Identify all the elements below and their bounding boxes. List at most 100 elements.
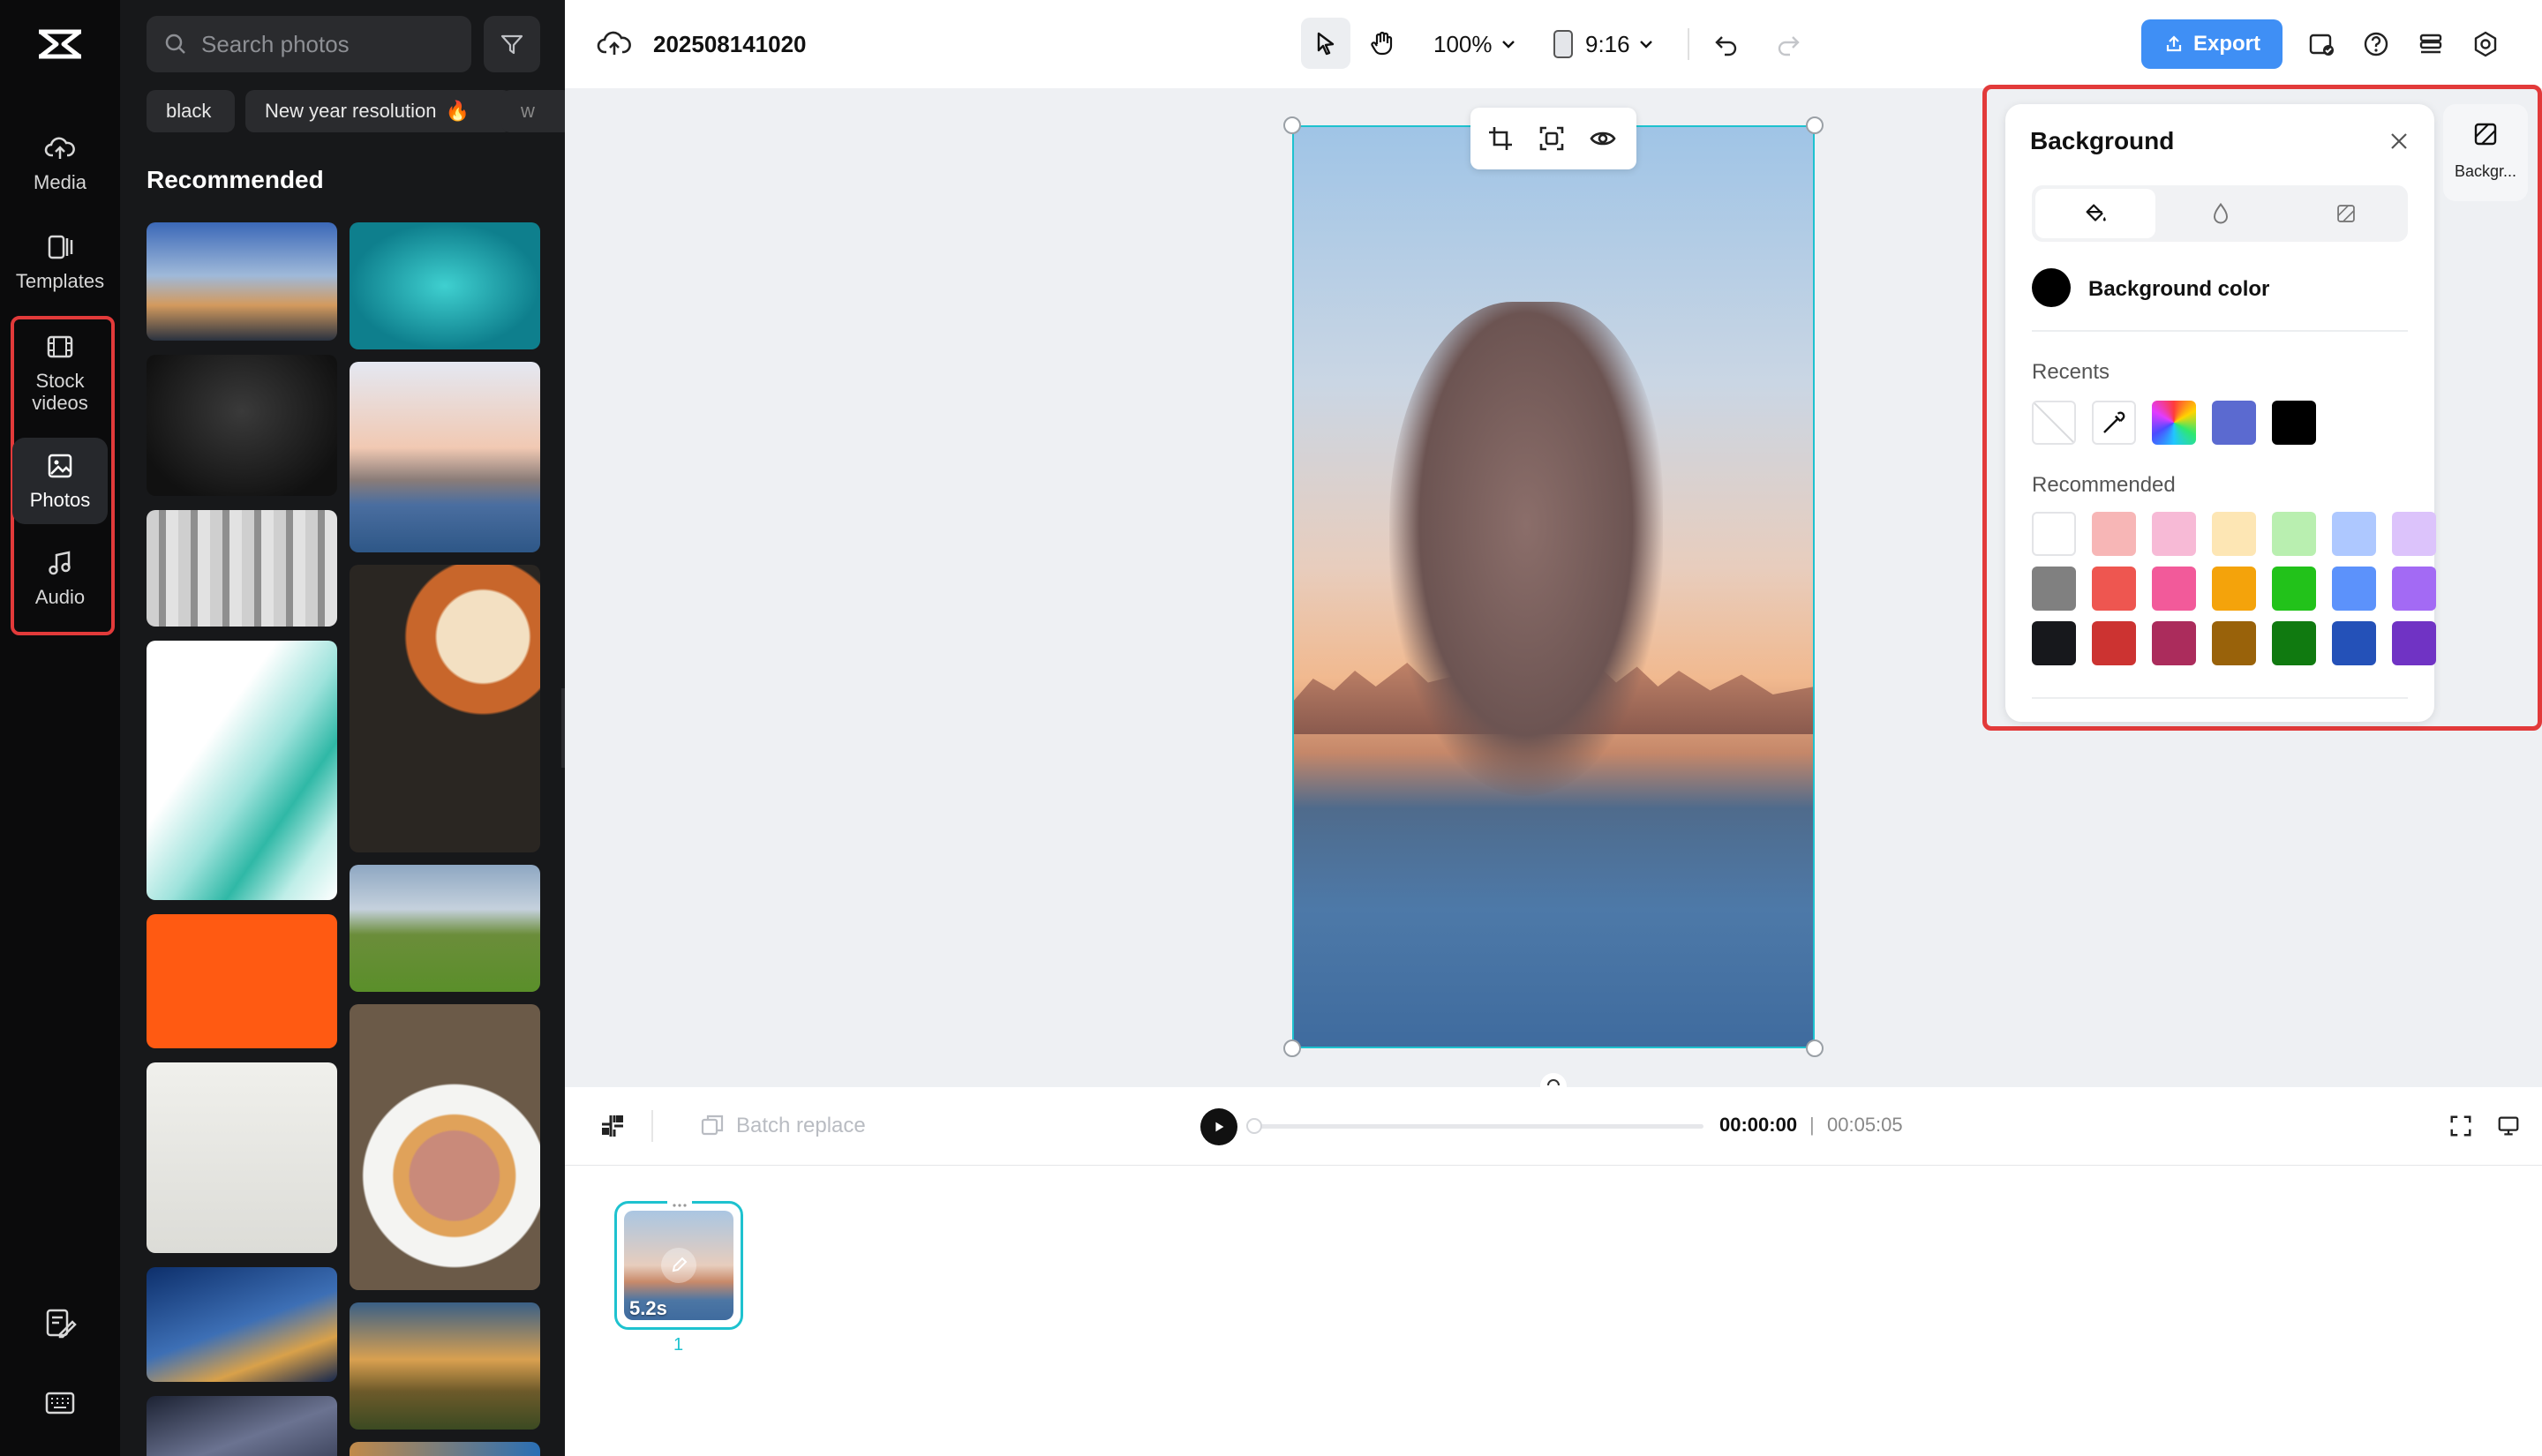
layers-button[interactable] — [2413, 26, 2448, 62]
chip-black[interactable]: black — [147, 90, 235, 132]
current-color-swatch[interactable] — [2032, 268, 2071, 307]
notes-edit-icon[interactable] — [42, 1306, 78, 1341]
batch-replace-button[interactable]: Batch replace — [699, 1108, 866, 1144]
photo-thumb-ramen-food[interactable] — [350, 565, 540, 852]
color-swatch[interactable] — [2032, 621, 2076, 665]
gear-icon — [2474, 31, 2497, 57]
help-icon — [2364, 32, 2388, 56]
rail-label-photos: Photos — [29, 489, 91, 512]
edit-icon[interactable] — [661, 1248, 696, 1283]
color-swatch[interactable] — [2152, 512, 2196, 556]
color-swatch[interactable] — [2152, 621, 2196, 665]
resize-handle-bottom-left[interactable] — [1283, 1039, 1301, 1057]
progress-track[interactable] — [1250, 1124, 1703, 1129]
keyboard-icon[interactable] — [42, 1385, 78, 1421]
droplet-icon — [2214, 202, 2228, 224]
export-button[interactable]: Export — [2141, 19, 2283, 69]
photo-thumb-orange[interactable] — [147, 914, 337, 1048]
color-swatch[interactable] — [2032, 512, 2076, 556]
gradient-color-swatch[interactable] — [2152, 401, 2196, 445]
tab-pattern[interactable] — [2286, 189, 2406, 238]
fullscreen-button[interactable] — [2445, 1110, 2477, 1142]
screen-check-icon — [2309, 34, 2334, 56]
tab-fill-color[interactable] — [2035, 189, 2155, 238]
photo-thumb-silk[interactable] — [147, 1396, 337, 1456]
progress-thumb[interactable] — [1246, 1118, 1262, 1134]
color-swatch[interactable] — [2032, 567, 2076, 611]
scan-cutout-icon — [1539, 126, 1564, 151]
zoom-dropdown[interactable]: 100% — [1433, 25, 1517, 64]
color-swatch[interactable] — [2092, 512, 2136, 556]
photo-thumb-white-paper[interactable] — [147, 1062, 337, 1253]
rail-item-templates[interactable]: Templates — [12, 231, 108, 293]
recent-color-swatch[interactable] — [2272, 401, 2316, 445]
ratio-dropdown[interactable]: 9:16 — [1553, 25, 1655, 64]
photo-thumb-green-field[interactable] — [350, 865, 540, 992]
eyedropper-icon[interactable] — [2092, 401, 2136, 445]
color-swatch[interactable] — [2332, 621, 2376, 665]
no-color-swatch[interactable] — [2032, 401, 2076, 445]
color-swatch[interactable] — [2272, 567, 2316, 611]
selection-outline — [1292, 125, 1815, 1048]
color-swatch[interactable] — [2092, 567, 2136, 611]
color-swatch[interactable] — [2332, 512, 2376, 556]
chip-w[interactable]: w — [501, 90, 565, 132]
color-swatch[interactable] — [2332, 567, 2376, 611]
rail-item-stock-videos[interactable]: Stock videos — [12, 331, 108, 419]
layout-button[interactable] — [597, 1110, 628, 1142]
preview-mode-button[interactable] — [2493, 1110, 2524, 1142]
tab-blur[interactable] — [2161, 189, 2281, 238]
project-title[interactable]: 202508141020 — [653, 26, 807, 62]
photo-thumb-teal-abstract[interactable] — [147, 641, 337, 900]
drag-handle[interactable] — [667, 1197, 692, 1207]
photo-thumb-meat-plate[interactable] — [350, 1004, 540, 1290]
photo-thumb-nyc-skyline[interactable] — [350, 362, 540, 552]
resize-handle-top-left[interactable] — [1283, 116, 1301, 134]
redo-button[interactable] — [1771, 26, 1806, 62]
color-swatch[interactable] — [2272, 512, 2316, 556]
color-swatch[interactable] — [2212, 621, 2256, 665]
recent-color-swatch[interactable] — [2212, 401, 2256, 445]
select-tool-button[interactable] — [1301, 18, 1350, 69]
rail-item-audio[interactable]: Audio — [12, 547, 108, 609]
settings-button[interactable] — [2468, 26, 2503, 62]
color-swatch[interactable] — [2212, 512, 2256, 556]
filter-button[interactable] — [484, 16, 540, 72]
color-swatch[interactable] — [2392, 621, 2436, 665]
background-color-label: Background color — [2088, 277, 2270, 301]
play-button[interactable] — [1200, 1108, 1237, 1145]
color-swatch[interactable] — [2212, 567, 2256, 611]
photo-thumb-white-pillars[interactable] — [147, 510, 337, 627]
hand-tool-button[interactable] — [1357, 18, 1407, 69]
scene-clip[interactable]: 5.2s — [614, 1201, 743, 1330]
color-swatch[interactable] — [2392, 567, 2436, 611]
rail-item-photos[interactable]: Photos — [12, 438, 108, 524]
cloud-save-icon[interactable] — [597, 26, 632, 62]
color-swatch[interactable] — [2272, 621, 2316, 665]
crop-button[interactable] — [1483, 121, 1518, 156]
resize-handle-top-right[interactable] — [1806, 116, 1824, 134]
undo-button[interactable] — [1709, 26, 1744, 62]
chevron-down-icon — [1639, 41, 1652, 49]
ratio-value: 9:16 — [1585, 30, 1630, 57]
rail-item-media[interactable]: Media — [12, 132, 108, 194]
rotate-handle[interactable] — [1540, 1073, 1567, 1087]
help-button[interactable] — [2358, 26, 2394, 62]
resize-handle-bottom-right[interactable] — [1806, 1039, 1824, 1057]
visibility-button[interactable] — [1585, 121, 1621, 156]
photo-thumb-city-night[interactable] — [147, 1267, 337, 1382]
color-swatch[interactable] — [2152, 567, 2196, 611]
close-button[interactable] — [2385, 127, 2413, 155]
photo-thumb-dark-texture[interactable] — [147, 355, 337, 496]
background-side-tab[interactable]: Backgr... — [2443, 104, 2528, 201]
photo-thumb-bridge[interactable] — [350, 1302, 540, 1430]
smart-cutout-button[interactable] — [1534, 121, 1569, 156]
photo-thumb-partial[interactable] — [350, 1442, 540, 1456]
search-input[interactable]: Search photos — [147, 16, 471, 72]
color-swatch[interactable] — [2392, 512, 2436, 556]
color-swatch[interactable] — [2092, 621, 2136, 665]
photo-thumb-city-sunset[interactable] — [147, 222, 337, 341]
chip-new-year[interactable]: New year resolution 🔥 — [245, 90, 512, 132]
photo-thumb-boat-sea[interactable] — [350, 222, 540, 349]
present-button[interactable] — [2304, 26, 2339, 62]
